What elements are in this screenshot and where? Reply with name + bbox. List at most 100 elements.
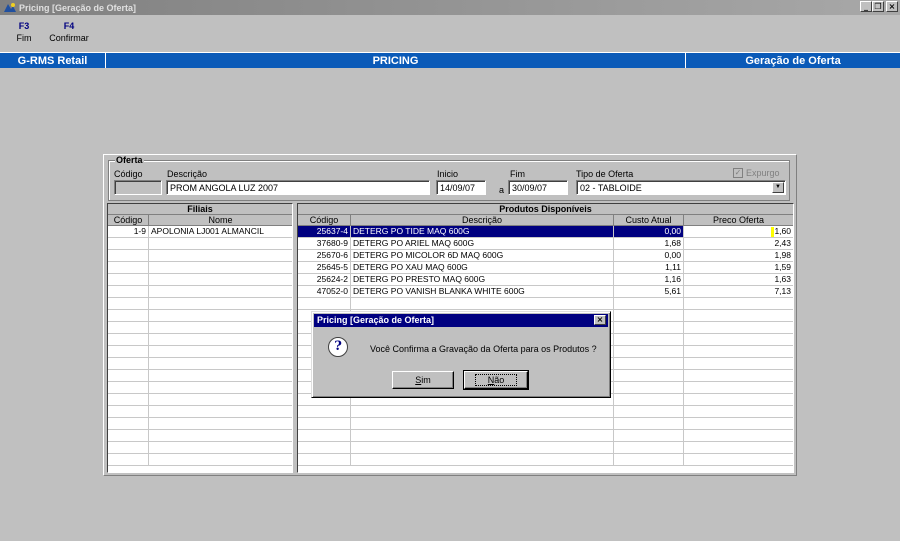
table-row[interactable]: 25670-6 DETERG PO MICOLOR 6D MAQ 600G 0,00…: [298, 250, 793, 262]
produto-codigo-cell: [298, 406, 351, 417]
close-icon[interactable]: ×: [594, 315, 606, 325]
empty-cell: [149, 238, 292, 249]
table-row[interactable]: 37680-9 DETERG PO ARIEL MAQ 600G 1,68 2,43: [298, 238, 793, 250]
empty-cell: [108, 322, 149, 333]
no-button[interactable]: Não: [463, 370, 529, 390]
yes-button-label: Sim: [415, 375, 431, 385]
empty-row: [108, 370, 292, 382]
table-row[interactable]: 47052-0 DETERG PO VANISH BLANKA WHITE 600…: [298, 286, 793, 298]
empty-cell: [149, 250, 292, 261]
produto-preco-cell: [684, 370, 793, 381]
dialog-title-bar: Pricing [Geração de Oferta] ×: [314, 314, 608, 327]
produtos-col-custo[interactable]: Custo Atual: [614, 215, 684, 225]
filiais-empty-rows: [108, 238, 292, 466]
produto-custo-cell: [614, 430, 684, 441]
empty-row: [298, 454, 793, 466]
empty-cell: [108, 286, 149, 297]
restore-icon[interactable]: ❐: [872, 1, 884, 12]
produto-preco-value: 1,60: [774, 226, 791, 236]
no-button-label: Não: [474, 374, 518, 386]
empty-cell: [108, 262, 149, 273]
table-row[interactable]: 1-9 APOLONIA LJ001 ALMANCIL: [108, 226, 292, 238]
minimize-icon[interactable]: _: [860, 1, 872, 12]
table-row[interactable]: 25637-4 DETERG PO TIDE MAQ 600G 0,00 1,60: [298, 226, 793, 238]
codigo-field[interactable]: [114, 180, 162, 195]
tipo-label: Tipo de Oferta: [576, 169, 634, 179]
produto-descricao-cell: DETERG PO TIDE MAQ 600G: [351, 226, 614, 237]
produto-preco-cell[interactable]: 1,59: [684, 262, 793, 273]
dialog-message: Você Confirma a Gravação da Oferta para …: [370, 344, 597, 354]
produto-preco-cell[interactable]: 7,13: [684, 286, 793, 297]
produtos-grid-title: Produtos Disponíveis: [298, 204, 793, 215]
produto-preco-cell[interactable]: 1,63: [684, 274, 793, 285]
table-row[interactable]: 25645-5 DETERG PO XAU MAQ 600G 1,11 1,59: [298, 262, 793, 274]
header-bar: G-RMS Retail PRICING Geração de Oferta: [0, 52, 900, 68]
produto-codigo-cell: [298, 430, 351, 441]
filial-nome-cell: APOLONIA LJ001 ALMANCIL: [151, 226, 264, 236]
inicio-field[interactable]: 14/09/07: [436, 180, 486, 195]
fim-field[interactable]: 30/09/07: [508, 180, 568, 195]
empty-cell: [108, 274, 149, 285]
produtos-col-codigo[interactable]: Código: [298, 215, 351, 225]
produtos-col-descricao[interactable]: Descrição: [351, 215, 614, 225]
produto-preco-cell[interactable]: 1,60: [684, 226, 793, 237]
empty-cell: [108, 370, 149, 381]
empty-cell: [108, 382, 149, 393]
empty-cell: [149, 346, 292, 357]
tipo-oferta-select[interactable]: 02 - TABLOIDE ▼: [576, 180, 786, 195]
produto-descricao-cell: DETERG PO XAU MAQ 600G: [351, 262, 614, 273]
produto-custo-cell: 0,00: [614, 226, 684, 237]
produto-preco-cell: [684, 442, 793, 453]
produtos-col-preco[interactable]: Preco Oferta: [684, 215, 793, 225]
yes-button[interactable]: Sim: [392, 371, 454, 389]
empty-cell: [108, 406, 149, 417]
oferta-group-title: Oferta: [115, 155, 144, 165]
expurgo-checkbox[interactable]: ✓ Expurgo: [733, 168, 780, 178]
empty-cell: [149, 322, 292, 333]
table-row[interactable]: 25624-2 DETERG PO PRESTO MAQ 600G 1,16 1,63: [298, 274, 793, 286]
produto-custo-cell: [614, 322, 684, 333]
empty-row: [108, 334, 292, 346]
empty-row: [298, 430, 793, 442]
window-title: Pricing [Geração de Oferta]: [19, 2, 137, 13]
fkey-f4-label: Confirmar: [49, 33, 89, 43]
empty-row: [108, 394, 292, 406]
empty-cell: [149, 454, 292, 465]
produto-preco-cell[interactable]: 1,98: [684, 250, 793, 261]
empty-cell: [149, 310, 292, 321]
filiais-col-codigo[interactable]: Código: [108, 215, 149, 225]
empty-row: [108, 406, 292, 418]
produto-preco-cell[interactable]: 2,43: [684, 238, 793, 249]
dialog-title: Pricing [Geração de Oferta]: [317, 315, 435, 325]
fkey-f4-button[interactable]: F4 Confirmar: [44, 21, 94, 43]
produto-descricao-cell: DETERG PO VANISH BLANKA WHITE 600G: [351, 286, 614, 297]
empty-row: [108, 442, 292, 454]
empty-cell: [149, 334, 292, 345]
produto-custo-cell: 1,16: [614, 274, 684, 285]
header-screen: Geração de Oferta: [745, 54, 841, 67]
produto-codigo-cell: 25670-6: [298, 250, 351, 261]
close-icon[interactable]: ×: [886, 1, 898, 12]
produto-custo-cell: [614, 418, 684, 429]
produto-custo-cell: [614, 310, 684, 321]
produto-custo-cell: [614, 442, 684, 453]
empty-cell: [149, 358, 292, 369]
produto-descricao-cell: [351, 418, 614, 429]
produto-descricao-cell: DETERG PO PRESTO MAQ 600G: [351, 274, 614, 285]
empty-row: [108, 418, 292, 430]
empty-row: [298, 298, 793, 310]
descricao-field[interactable]: PROM ANGOLA LUZ 2007: [166, 180, 430, 195]
fkey-f3-button[interactable]: F3 Fim: [4, 21, 44, 43]
produto-preco-cell: [684, 358, 793, 369]
empty-cell: [108, 418, 149, 429]
empty-cell: [149, 418, 292, 429]
produto-descricao-cell: DETERG PO ARIEL MAQ 600G: [351, 238, 614, 249]
produto-custo-cell: 5,61: [614, 286, 684, 297]
produto-custo-cell: [614, 454, 684, 465]
empty-row: [108, 274, 292, 286]
empty-cell: [149, 262, 292, 273]
chevron-down-icon[interactable]: ▼: [772, 182, 784, 193]
produtos-grid-header: Código Descrição Custo Atual Preco Ofert…: [298, 215, 793, 226]
filiais-col-nome[interactable]: Nome: [149, 215, 292, 225]
produto-descricao-cell: [351, 442, 614, 453]
